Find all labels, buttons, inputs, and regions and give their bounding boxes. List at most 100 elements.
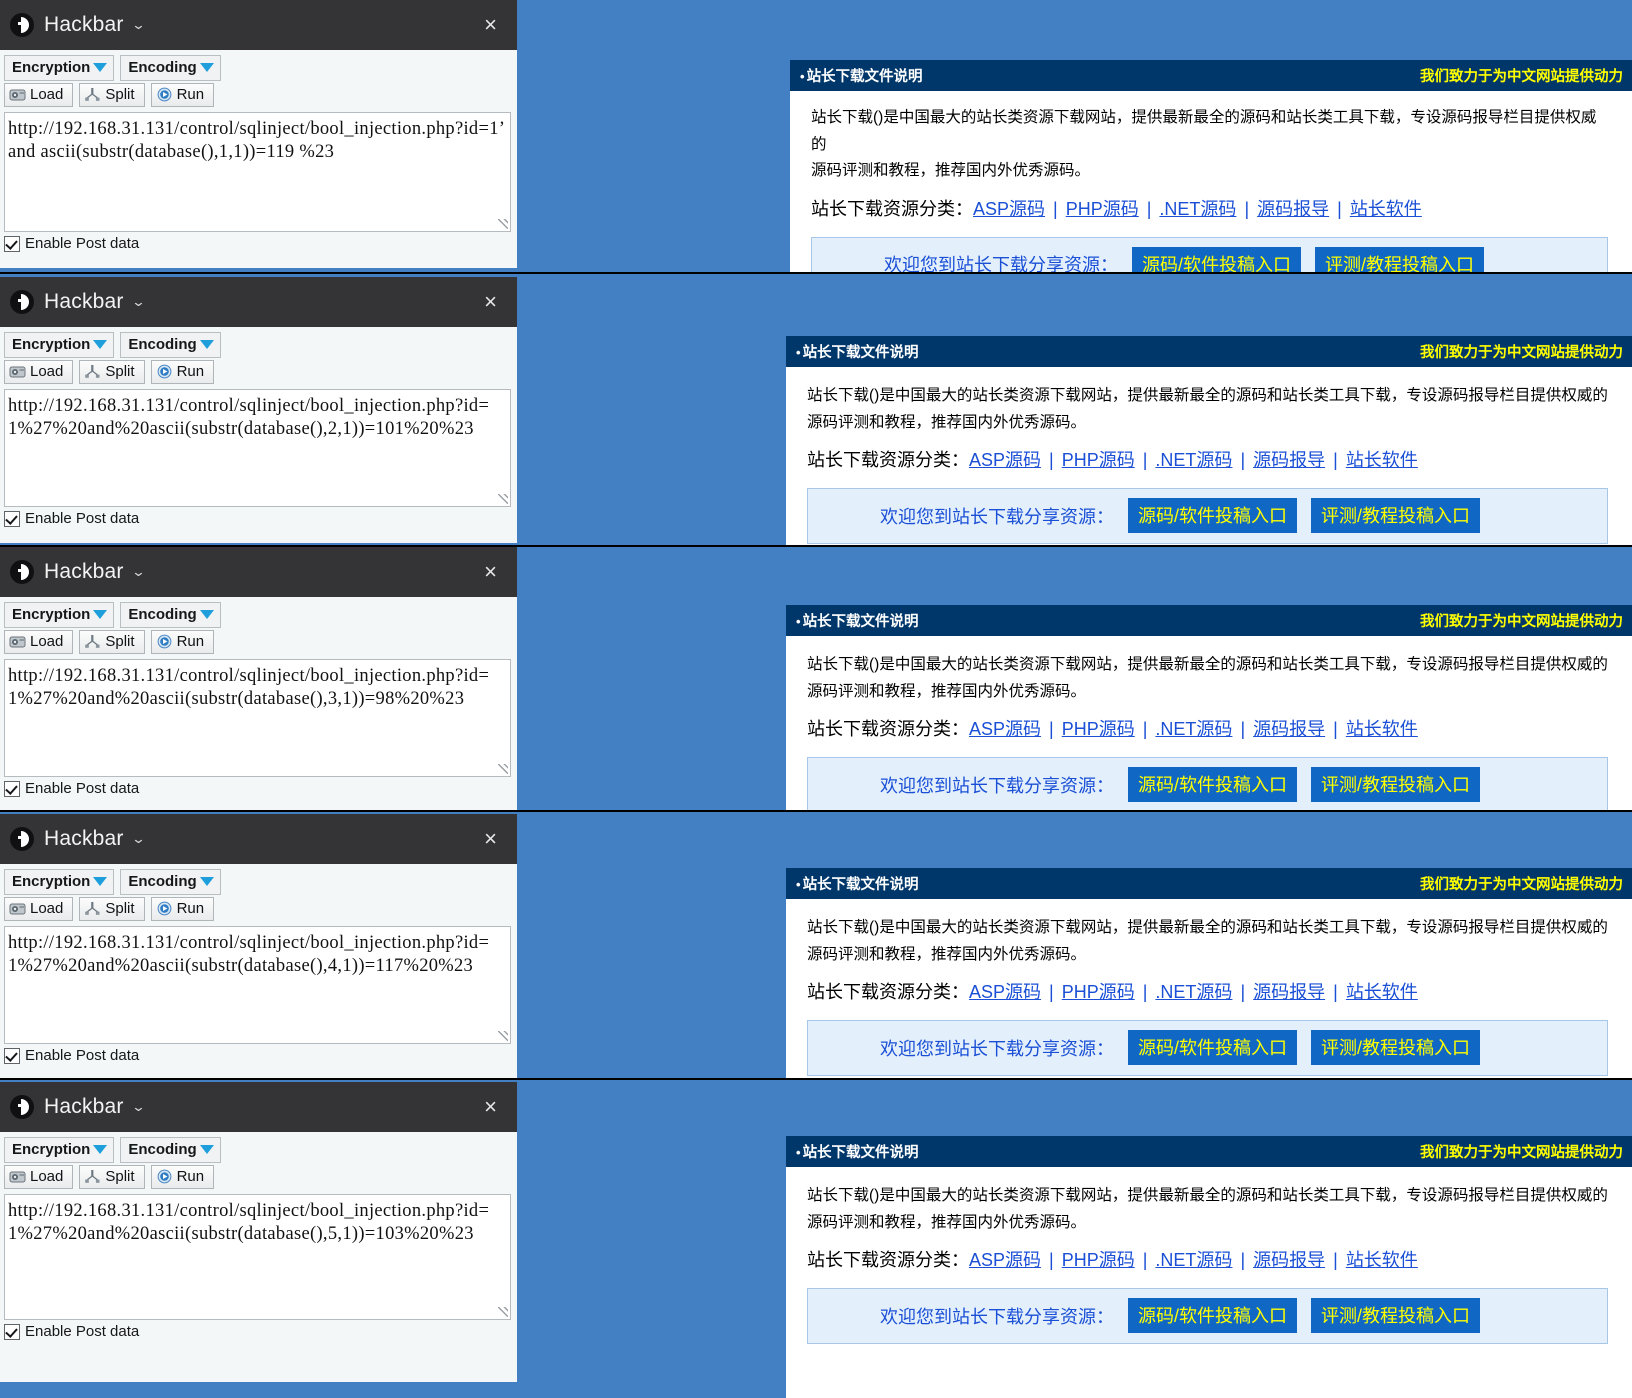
category-link-3[interactable]: .NET源码 bbox=[1155, 719, 1232, 739]
submit-review-button[interactable]: 评测/教程投稿入口 bbox=[1311, 1030, 1481, 1066]
category-link-3[interactable]: .NET源码 bbox=[1155, 982, 1232, 1002]
category-link-5[interactable]: 站长软件 bbox=[1346, 982, 1418, 1002]
run-button[interactable]: Run bbox=[150, 360, 215, 384]
close-icon[interactable]: × bbox=[478, 559, 503, 585]
encryption-dropdown[interactable]: Encryption bbox=[4, 332, 115, 358]
encryption-dropdown[interactable]: Encryption bbox=[4, 1137, 115, 1163]
enable-post-data-checkbox[interactable]: Enable Post data bbox=[0, 1320, 517, 1343]
site-invite-label: 欢迎您到站长下载分享资源： bbox=[880, 1306, 1114, 1327]
category-link-1[interactable]: ASP源码 bbox=[969, 450, 1041, 470]
category-link-3[interactable]: .NET源码 bbox=[1159, 199, 1236, 219]
chevron-down-icon[interactable]: ⌄ bbox=[131, 831, 146, 847]
hackbar-title: Hackbar bbox=[44, 13, 124, 36]
encoding-dropdown[interactable]: Encoding bbox=[120, 55, 221, 81]
submit-source-button[interactable]: 源码/软件投稿入口 bbox=[1132, 246, 1302, 272]
encoding-dropdown[interactable]: Encoding bbox=[120, 1137, 221, 1163]
resize-grip-icon[interactable] bbox=[498, 1031, 508, 1041]
category-link-5[interactable]: 站长软件 bbox=[1346, 450, 1418, 470]
submit-source-button[interactable]: 源码/软件投稿入口 bbox=[1128, 767, 1298, 803]
category-link-3[interactable]: .NET源码 bbox=[1155, 1250, 1232, 1270]
resize-grip-icon[interactable] bbox=[498, 1307, 508, 1317]
category-link-5[interactable]: 站长软件 bbox=[1346, 1250, 1418, 1270]
split-button[interactable]: Split bbox=[79, 897, 145, 921]
category-link-4[interactable]: 源码报导 bbox=[1253, 1250, 1325, 1270]
category-link-2[interactable]: PHP源码 bbox=[1066, 199, 1139, 219]
split-button[interactable]: Split bbox=[79, 630, 145, 654]
url-textarea[interactable]: http://192.168.31.131/control/sqlinject/… bbox=[4, 659, 511, 777]
encryption-dropdown[interactable]: Encryption bbox=[4, 55, 115, 81]
encryption-dropdown[interactable]: Encryption bbox=[4, 869, 115, 895]
split-button[interactable]: Split bbox=[79, 360, 145, 384]
url-textarea[interactable]: http://192.168.31.131/control/sqlinject/… bbox=[4, 926, 511, 1044]
hackbar-toolbar: Encryption Encoding Load Split Run bbox=[0, 1132, 517, 1191]
resize-grip-icon[interactable] bbox=[498, 764, 508, 774]
encryption-dropdown[interactable]: Encryption bbox=[4, 602, 115, 628]
run-button[interactable]: Run bbox=[150, 83, 215, 107]
close-icon[interactable]: × bbox=[478, 1094, 503, 1120]
submit-source-button[interactable]: 源码/软件投稿入口 bbox=[1128, 1030, 1298, 1066]
close-icon[interactable]: × bbox=[478, 12, 503, 38]
enable-post-data-checkbox[interactable]: Enable Post data bbox=[0, 232, 517, 255]
encoding-dropdown[interactable]: Encoding bbox=[120, 869, 221, 895]
url-textarea[interactable]: http://192.168.31.131/control/sqlinject/… bbox=[4, 1194, 511, 1320]
load-button[interactable]: Load bbox=[4, 83, 74, 107]
load-button[interactable]: Load bbox=[4, 897, 74, 921]
submit-review-button[interactable]: 评测/教程投稿入口 bbox=[1311, 1298, 1481, 1334]
enable-post-data-checkbox[interactable]: Enable Post data bbox=[0, 777, 517, 800]
resize-grip-icon[interactable] bbox=[498, 494, 508, 504]
category-link-4[interactable]: 源码报导 bbox=[1253, 450, 1325, 470]
encoding-dropdown[interactable]: Encoding bbox=[120, 602, 221, 628]
category-link-2[interactable]: PHP源码 bbox=[1062, 719, 1135, 739]
run-play-icon bbox=[156, 1169, 173, 1184]
split-button[interactable]: Split bbox=[79, 83, 145, 107]
close-icon[interactable]: × bbox=[478, 826, 503, 852]
submit-review-button[interactable]: 评测/教程投稿入口 bbox=[1311, 498, 1481, 534]
category-link-1[interactable]: ASP源码 bbox=[969, 982, 1041, 1002]
category-link-2[interactable]: PHP源码 bbox=[1062, 450, 1135, 470]
url-textarea[interactable]: http://192.168.31.131/control/sqlinject/… bbox=[4, 389, 511, 507]
chevron-down-icon[interactable]: ⌄ bbox=[131, 17, 146, 33]
category-link-2[interactable]: PHP源码 bbox=[1062, 982, 1135, 1002]
category-link-5[interactable]: 站长软件 bbox=[1346, 719, 1418, 739]
run-button[interactable]: Run bbox=[150, 630, 215, 654]
category-link-4[interactable]: 源码报导 bbox=[1253, 719, 1325, 739]
submit-review-button[interactable]: 评测/教程投稿入口 bbox=[1311, 767, 1481, 803]
chevron-down-icon[interactable]: ⌄ bbox=[131, 564, 146, 580]
hackbar-titlebar: Hackbar ⌄ × bbox=[0, 1082, 517, 1132]
category-link-4[interactable]: 源码报导 bbox=[1257, 199, 1329, 219]
submit-source-button[interactable]: 源码/软件投稿入口 bbox=[1128, 498, 1298, 534]
enable-post-data-label: Enable Post data bbox=[25, 780, 140, 797]
category-link-1[interactable]: ASP源码 bbox=[969, 719, 1041, 739]
enable-post-data-checkbox[interactable]: Enable Post data bbox=[0, 507, 517, 530]
site-panel-header: • 站长下载文件说明 我们致力于为中文网站提供动力 bbox=[786, 336, 1632, 367]
site-category-row: 站长下载资源分类：ASP源码 | PHP源码 | .NET源码 | 源码报导 |… bbox=[807, 715, 1608, 741]
encryption-dropdown-label: Encryption bbox=[12, 873, 91, 890]
category-link-4[interactable]: 源码报导 bbox=[1253, 982, 1325, 1002]
category-link-5[interactable]: 站长软件 bbox=[1350, 199, 1422, 219]
load-button[interactable]: Load bbox=[4, 630, 74, 654]
url-textarea[interactable]: http://192.168.31.131/control/sqlinject/… bbox=[4, 112, 511, 232]
resize-grip-icon[interactable] bbox=[498, 219, 508, 229]
encoding-dropdown[interactable]: Encoding bbox=[120, 332, 221, 358]
hackbar-logo-icon bbox=[10, 827, 34, 851]
chevron-down-icon[interactable]: ⌄ bbox=[131, 294, 146, 310]
chevron-down-icon[interactable]: ⌄ bbox=[131, 1099, 146, 1115]
category-link-2[interactable]: PHP源码 bbox=[1062, 1250, 1135, 1270]
run-play-icon bbox=[156, 901, 173, 916]
run-play-icon bbox=[156, 87, 173, 102]
category-link-3[interactable]: .NET源码 bbox=[1155, 450, 1232, 470]
category-link-1[interactable]: ASP源码 bbox=[969, 1250, 1041, 1270]
submit-source-button[interactable]: 源码/软件投稿入口 bbox=[1128, 1298, 1298, 1334]
site-header-title: 站长下载文件说明 bbox=[802, 877, 919, 893]
run-button[interactable]: Run bbox=[150, 897, 215, 921]
enable-post-data-checkbox[interactable]: Enable Post data bbox=[0, 1044, 517, 1067]
load-button[interactable]: Load bbox=[4, 1165, 74, 1189]
run-button[interactable]: Run bbox=[150, 1165, 215, 1189]
close-icon[interactable]: × bbox=[478, 289, 503, 315]
bullet-icon: • bbox=[796, 877, 801, 892]
split-button[interactable]: Split bbox=[79, 1165, 145, 1189]
category-link-1[interactable]: ASP源码 bbox=[973, 199, 1045, 219]
site-header-slogan: 我们致力于为中文网站提供动力 bbox=[1420, 345, 1623, 361]
load-button[interactable]: Load bbox=[4, 360, 74, 384]
submit-review-button[interactable]: 评测/教程投稿入口 bbox=[1315, 246, 1485, 272]
